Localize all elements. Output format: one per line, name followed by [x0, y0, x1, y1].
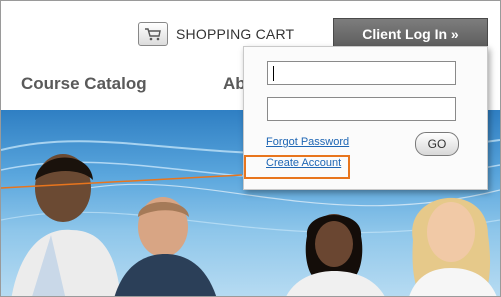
- shopping-cart-link[interactable]: SHOPPING CART: [138, 22, 294, 46]
- shopping-cart-label: SHOPPING CART: [176, 26, 295, 42]
- page-frame: SHOPPING CART Client Log In » Course Cat…: [0, 0, 501, 297]
- create-account-highlight-box: [244, 155, 350, 179]
- student-photo-4: [409, 198, 497, 296]
- go-button[interactable]: GO: [415, 132, 459, 156]
- student-photo-2: [114, 197, 216, 296]
- student-photo-3: [286, 214, 385, 296]
- forgot-password-link[interactable]: Forgot Password: [266, 136, 349, 148]
- username-field[interactable]: [267, 61, 456, 85]
- shopping-cart-icon: [138, 22, 168, 46]
- password-field[interactable]: [267, 97, 456, 121]
- text-cursor: [273, 66, 274, 81]
- client-login-button[interactable]: Client Log In »: [333, 18, 488, 49]
- student-photo-1: [11, 154, 121, 296]
- nav-course-catalog[interactable]: Course Catalog: [21, 74, 147, 94]
